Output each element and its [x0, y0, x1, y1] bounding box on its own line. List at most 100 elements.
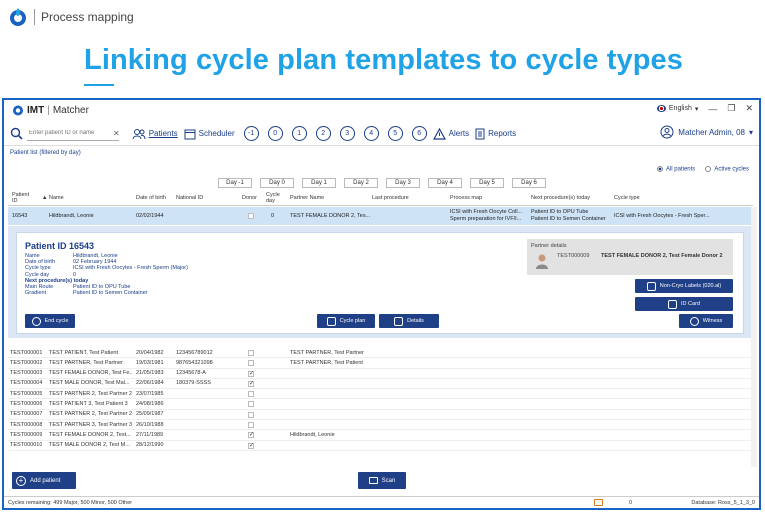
user-menu[interactable]: Matcher Admin, 08 ▾ — [660, 125, 753, 139]
day-filter-0[interactable]: Day 0 — [260, 178, 294, 188]
user-chevron-icon: ▾ — [748, 127, 753, 137]
add-patient-button[interactable]: + Add patient — [12, 472, 76, 489]
radio-active-label: Active cycles — [714, 166, 749, 173]
maximize-button[interactable]: ❐ — [727, 103, 735, 114]
table-row[interactable]: TEST000004 TEST MALE DONOR, Test Mal... … — [8, 379, 753, 390]
user-avatar-icon — [660, 125, 674, 139]
patients-button[interactable]: Patients — [132, 128, 178, 140]
day-circle-1[interactable]: 1 — [291, 126, 307, 141]
table-row[interactable]: TEST000007 TEST PARTNER 2, Test Partner … — [8, 410, 753, 421]
reports-button[interactable]: Reports — [475, 128, 516, 140]
col-cycle-type[interactable]: Cycle type — [614, 195, 640, 201]
table-row[interactable]: TEST000009 TEST FEMALE DONOR 2, Test... … — [8, 430, 753, 441]
cell-id: TEST000006 — [10, 400, 43, 407]
language-selector[interactable]: English ▾ — [656, 105, 698, 113]
close-button[interactable]: ✕ — [745, 103, 753, 114]
table-row[interactable]: TEST000001 TEST PATIENT, Test Patient 20… — [8, 348, 753, 359]
header-text: Process mapping — [41, 10, 134, 24]
sel-cycle-type: ICSI with Fresh Oocytes - Fresh Sper... — [614, 213, 710, 219]
day-circle-4[interactable]: 4 — [363, 126, 379, 141]
table-row[interactable]: TEST000003 TEST FEMALE DONOR, Test Fe...… — [8, 369, 753, 379]
day-circle-2[interactable]: 2 — [315, 126, 331, 141]
day-circle-minus-1[interactable]: -1 — [243, 126, 259, 141]
table-row[interactable]: TEST000010 TEST MALE DONOR 2, Test M... … — [8, 441, 753, 451]
col-partner-name[interactable]: Partner Name — [290, 195, 324, 201]
day-filter-3[interactable]: Day 3 — [386, 178, 420, 188]
non-cryo-labels-label: Non-Cryo Labels (020.al) — [659, 283, 722, 289]
radio-all-patients[interactable]: All patients — [656, 166, 695, 173]
selected-patient-row[interactable]: 16543 Hildbrandt, Leonie 02/02/1944 0 TE… — [8, 207, 753, 225]
day-filter-2[interactable]: Day 2 — [344, 178, 378, 188]
donor-checkbox-checked: ✓ — [248, 370, 255, 377]
witness-button[interactable]: Witness — [679, 314, 733, 328]
day-circle-0[interactable]: 0 — [267, 126, 283, 141]
clipboard-icon — [326, 316, 336, 326]
donor-checkbox — [248, 391, 254, 398]
end-cycle-button[interactable]: End cycle — [25, 314, 75, 328]
cycle-plan-button[interactable]: Cycle plan — [317, 314, 375, 328]
day-filter-4[interactable]: Day 4 — [428, 178, 462, 188]
non-cryo-labels-button[interactable]: Non-Cryo Labels (020.al) — [635, 279, 733, 293]
patient-filter-radios: All patients Active cycles — [656, 166, 749, 173]
cell-id: TEST000004 — [10, 380, 43, 387]
grid-scrollbar[interactable] — [751, 207, 757, 467]
day-circle-5[interactable]: 5 — [387, 126, 403, 141]
detail-info: Name Hildbrandt, Leonie Date of birth 02 F… — [25, 253, 188, 296]
donor-checkbox-checked: ✓ — [248, 432, 255, 439]
table-row[interactable]: TEST000008 TEST PARTNER 3, Test Partner … — [8, 420, 753, 431]
radio-active-cycles[interactable]: Active cycles — [705, 166, 749, 173]
uk-flag-icon — [656, 105, 666, 112]
details-icon — [394, 316, 404, 326]
col-next-procedure[interactable]: Next procedure(s) today — [531, 195, 590, 201]
label-icon — [646, 281, 656, 291]
search-input[interactable] — [27, 126, 119, 141]
col-dob[interactable]: Date of birth — [136, 195, 166, 201]
status-count: 0 — [629, 500, 633, 506]
scanner-icon — [368, 477, 378, 484]
day-filter-minus-1[interactable]: Day -1 — [218, 178, 252, 188]
day-filter-1[interactable]: Day 1 — [302, 178, 336, 188]
details-button[interactable]: Details — [379, 314, 439, 328]
clear-search-icon[interactable]: ✕ — [113, 129, 120, 138]
table-row[interactable]: TEST000002 TEST PARTNER, Test Partner 19… — [8, 358, 753, 369]
col-patient-id[interactable]: Patient ID — [12, 192, 36, 204]
day-filter-6[interactable]: Day 6 — [512, 178, 546, 188]
cell-dob: 27/11/1989 — [136, 431, 164, 438]
col-national-id[interactable]: National ID — [176, 195, 203, 201]
col-name[interactable]: Name — [49, 195, 64, 201]
toolbar: ✕ Patients Scheduler -1 0 1 2 3 4 5 6 Al… — [4, 122, 759, 146]
col-donor[interactable]: Donor — [242, 195, 257, 201]
end-cycle-label: End cycle — [44, 318, 69, 324]
scan-button[interactable]: Scan — [358, 472, 406, 489]
radio-unselected-icon — [705, 166, 712, 172]
id-card-button[interactable]: ID Card — [635, 297, 733, 311]
patients-label: Patients — [148, 129, 178, 138]
col-cycle-day[interactable]: Cycle day — [266, 192, 286, 204]
detail-value: Patient ID to Semen Container — [73, 290, 148, 297]
sel-next-1: Patient ID to OPU Tube — [531, 209, 589, 215]
minimize-button[interactable]: — — [708, 104, 717, 114]
search-icon[interactable] — [10, 127, 23, 140]
cell-id: TEST000003 — [10, 370, 43, 377]
detail-key: Gradient — [25, 290, 47, 297]
day-circle-3[interactable]: 3 — [339, 126, 355, 141]
col-process-map[interactable]: Process map — [450, 195, 482, 201]
plus-icon: + — [16, 475, 26, 486]
cell-dob: 26/10/1988 — [136, 421, 164, 428]
scheduler-button[interactable]: Scheduler — [184, 128, 235, 140]
sel-process-map-2: Sperm preparation for IVF/I... — [450, 216, 522, 222]
sel-name: Hildbrandt, Leonie — [49, 213, 94, 219]
table-row[interactable]: TEST000005 TEST PARTNER 2, Test Partner … — [8, 389, 753, 400]
col-name-sort-icon[interactable]: ▲ — [42, 195, 47, 201]
cell-id: TEST000007 — [10, 411, 43, 418]
cell-partner: TEST PARTNER, Test Partner — [290, 349, 364, 356]
sel-next-2: Patient ID to Semen Container — [531, 216, 606, 222]
app-logo-sep: | — [47, 104, 50, 116]
table-row[interactable]: TEST000006 TEST PATIENT 3, Test Patient … — [8, 399, 753, 410]
col-last-procedure[interactable]: Last procedure — [372, 195, 409, 201]
alerts-button[interactable]: Alerts — [432, 127, 469, 140]
day-circle-6[interactable]: 6 — [411, 126, 427, 141]
cell-id: TEST000010 — [10, 442, 43, 449]
day-filter-5[interactable]: Day 5 — [470, 178, 504, 188]
folder-icon[interactable] — [594, 499, 603, 506]
